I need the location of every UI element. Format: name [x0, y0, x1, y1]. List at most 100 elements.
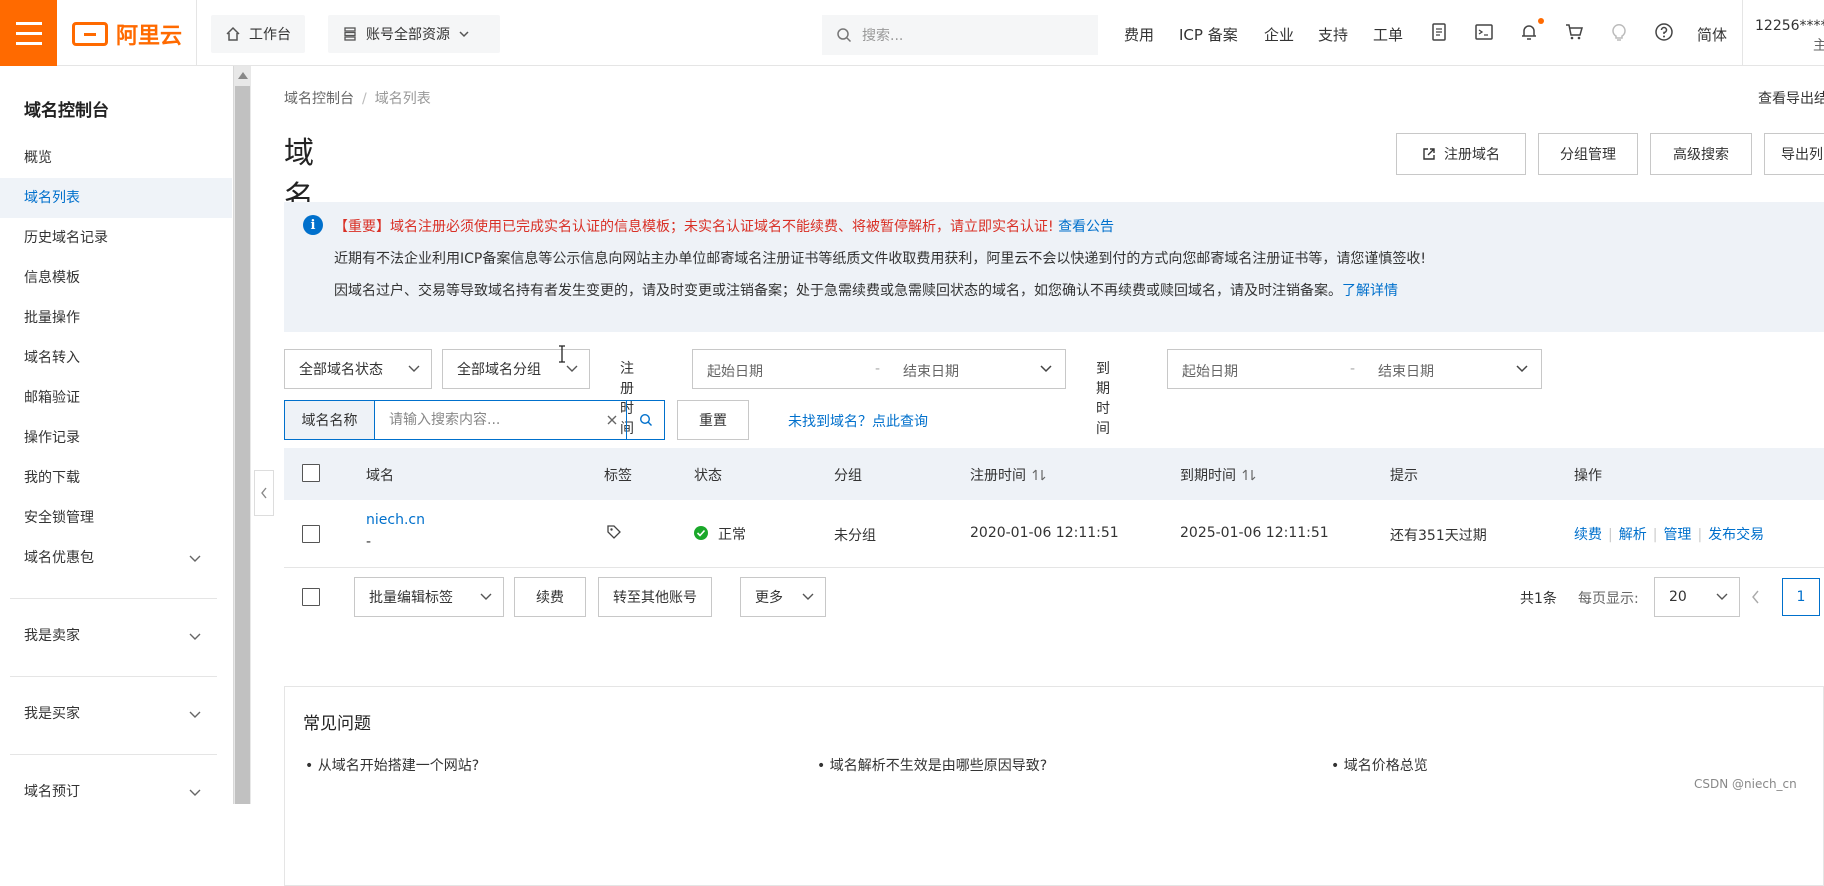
- search-submit-button[interactable]: [626, 401, 664, 439]
- sidebar-section-seller[interactable]: 我是卖家: [0, 616, 232, 656]
- faq-item-1[interactable]: • 从域名开始搭建一个网站?: [305, 755, 479, 775]
- sidebar-item-domain-list[interactable]: 域名列表: [0, 178, 232, 218]
- date-separator: -: [1350, 361, 1356, 377]
- nav-support[interactable]: 支持: [1318, 24, 1348, 45]
- domain-not-found-link[interactable]: 未找到域名？点此查询: [788, 411, 928, 431]
- sidebar-item-downloads[interactable]: 我的下载: [0, 458, 232, 498]
- language-switch[interactable]: 简体: [1697, 24, 1727, 45]
- help-icon[interactable]: [1654, 22, 1674, 42]
- domain-name-link[interactable]: niech.cn: [366, 512, 425, 528]
- status-filter-select[interactable]: 全部域名状态: [284, 349, 432, 389]
- faq-item-3[interactable]: • 域名价格总览: [1331, 755, 1428, 775]
- icp-doc-icon[interactable]: [1429, 22, 1449, 42]
- scroll-up-icon[interactable]: [238, 72, 248, 79]
- sidebar-item-security-lock[interactable]: 安全锁管理: [0, 498, 232, 538]
- notice-banner: i 【重要】域名注册必须使用已完成实名认证的信息模板；未实名认证域名不能续费、将…: [284, 202, 1824, 332]
- sidebar-section-reserve[interactable]: 域名预订: [0, 772, 232, 812]
- sidebar-section-label: 我是卖家: [24, 628, 80, 644]
- column-reg-time[interactable]: 注册时间: [970, 465, 1046, 485]
- user-account[interactable]: 12256***** 主: [1755, 16, 1824, 56]
- lightbulb-icon[interactable]: [1609, 22, 1629, 42]
- sidebar-collapse-button[interactable]: [254, 470, 274, 516]
- page-size-select[interactable]: 20: [1654, 577, 1740, 617]
- column-exp-time[interactable]: 到期时间: [1180, 465, 1256, 485]
- sidebar-item-overview[interactable]: 概览: [0, 138, 232, 178]
- tag-icon[interactable]: [606, 524, 622, 540]
- status-text: 正常: [718, 527, 746, 543]
- nav-ticket[interactable]: 工单: [1373, 24, 1403, 45]
- global-search[interactable]: 搜索...: [822, 15, 1098, 55]
- bell-icon[interactable]: [1519, 22, 1539, 42]
- resources-dropdown[interactable]: 账号全部资源: [328, 15, 500, 53]
- view-export-link[interactable]: 查看导出结: [1758, 88, 1824, 108]
- export-list-label: 导出列: [1781, 147, 1823, 163]
- sidebar-item-templates[interactable]: 信息模板: [0, 258, 232, 298]
- chevron-down-icon: [566, 365, 578, 372]
- nav-enterprise[interactable]: 企业: [1264, 24, 1294, 45]
- exp-date-range[interactable]: 起始日期 - 结束日期: [1167, 349, 1542, 389]
- renew-link[interactable]: 续费: [1574, 527, 1602, 543]
- register-domain-button[interactable]: 注册域名: [1396, 133, 1526, 175]
- sidebar-item-label: 域名优惠包: [24, 550, 94, 566]
- dns-link[interactable]: 解析: [1619, 527, 1647, 543]
- search-field-label[interactable]: 域名名称: [285, 401, 375, 439]
- clear-icon[interactable]: [598, 401, 626, 439]
- sidebar-item-history[interactable]: 历史域名记录: [0, 218, 232, 258]
- divider: [196, 0, 197, 66]
- more-actions-select[interactable]: 更多: [740, 577, 826, 617]
- select-all-checkbox[interactable]: [302, 464, 320, 482]
- notification-dot: [1538, 18, 1544, 24]
- faq-title: 常见问题: [303, 714, 371, 734]
- terminal-icon[interactable]: [1474, 22, 1494, 42]
- learn-more-link[interactable]: 了解详情: [1342, 283, 1398, 299]
- view-announcement-link[interactable]: 查看公告: [1058, 219, 1114, 235]
- publish-trade-link[interactable]: 发布交易: [1708, 527, 1764, 543]
- group-filter-value: 全部域名分组: [457, 362, 541, 378]
- sidebar-item-op-log[interactable]: 操作记录: [0, 418, 232, 458]
- exp-start-placeholder: 起始日期: [1182, 364, 1238, 380]
- export-list-button[interactable]: 导出列: [1764, 133, 1824, 175]
- stack-icon: [344, 27, 356, 41]
- reg-date-range[interactable]: 起始日期 - 结束日期: [692, 349, 1066, 389]
- prev-page-icon[interactable]: [1750, 588, 1762, 606]
- domain-search-input[interactable]: [375, 401, 598, 439]
- exp-end-placeholder: 结束日期: [1378, 364, 1434, 380]
- workbench-label: 工作台: [249, 27, 291, 43]
- menu-icon[interactable]: [0, 0, 57, 66]
- bulk-renew-button[interactable]: 续费: [514, 577, 586, 617]
- sidebar-item-email-verify[interactable]: 邮箱验证: [0, 378, 232, 418]
- sidebar-item-batch[interactable]: 批量操作: [0, 298, 232, 338]
- sidebar-divider: [10, 598, 217, 599]
- advanced-search-button[interactable]: 高级搜索: [1650, 133, 1752, 175]
- column-tip: 提示: [1390, 468, 1418, 484]
- chevron-down-icon: [802, 593, 814, 600]
- manage-link[interactable]: 管理: [1663, 527, 1691, 543]
- sidebar-section-buyer[interactable]: 我是买家: [0, 694, 232, 734]
- sidebar-item-packages[interactable]: 域名优惠包: [0, 538, 232, 578]
- chevron-down-icon: [189, 789, 201, 796]
- notice-important-text: 【重要】域名注册必须使用已完成实名认证的信息模板；未实名认证域名不能续费、将被暂…: [334, 219, 1054, 235]
- aliyun-logo[interactable]: 阿里云: [72, 18, 182, 50]
- nav-fees[interactable]: 费用: [1124, 24, 1154, 45]
- breadcrumb-root[interactable]: 域名控制台: [284, 91, 354, 107]
- page-number-current[interactable]: 1: [1782, 578, 1820, 616]
- sidebar-item-transfer-in[interactable]: 域名转入: [0, 338, 232, 378]
- faq-item-2[interactable]: • 域名解析不生效是由哪些原因导致?: [817, 755, 1047, 775]
- reg-end-placeholder: 结束日期: [903, 364, 959, 380]
- exp-time-label: 到期时间: [1096, 361, 1110, 437]
- top-bar: 阿里云 工作台 账号全部资源 搜索... 费用 ICP 备案 企业 支持 工单 …: [0, 0, 1824, 66]
- cart-icon[interactable]: [1564, 22, 1584, 42]
- nav-icp[interactable]: ICP 备案: [1179, 24, 1238, 45]
- reset-button[interactable]: 重置: [677, 400, 749, 440]
- row-checkbox[interactable]: [302, 525, 320, 543]
- divider: [1742, 0, 1743, 66]
- faq-item-text: 域名解析不生效是由哪些原因导致?: [829, 758, 1048, 774]
- bulk-edit-tags-select[interactable]: 批量编辑标签: [354, 577, 504, 617]
- bulk-select-checkbox[interactable]: [302, 588, 320, 606]
- transfer-account-button[interactable]: 转至其他账号: [598, 577, 712, 617]
- workbench-button[interactable]: 工作台: [211, 15, 305, 53]
- group-manage-button[interactable]: 分组管理: [1538, 133, 1638, 175]
- sidebar-scrollbar[interactable]: [233, 66, 251, 804]
- success-icon: [694, 526, 708, 540]
- scrollbar-thumb[interactable]: [235, 86, 250, 804]
